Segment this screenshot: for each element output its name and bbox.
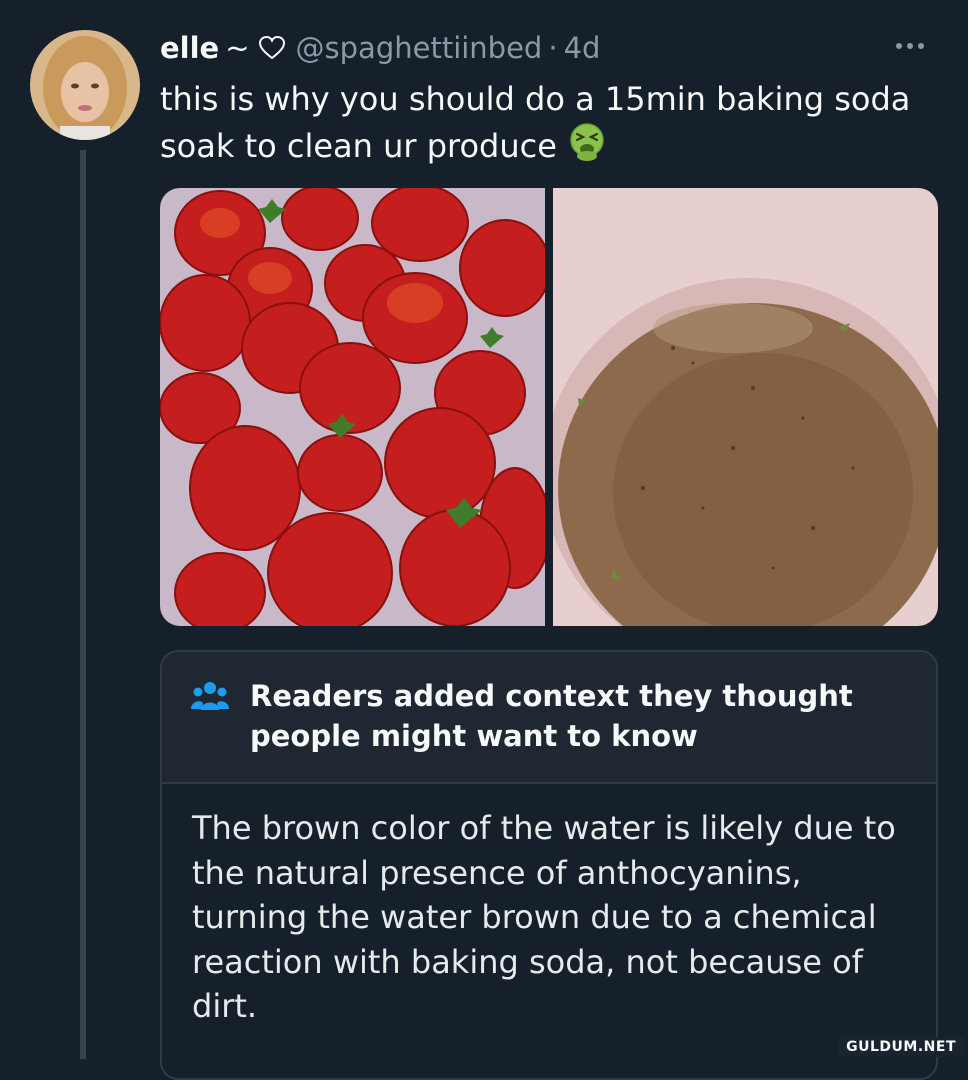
tweet-timestamp[interactable]: 4d <box>564 31 601 65</box>
heart-icon <box>258 35 286 61</box>
community-note-header: Readers added context they thought peopl… <box>162 652 936 782</box>
name-suffix: ~ <box>225 31 250 65</box>
tweet-media[interactable] <box>160 188 938 626</box>
people-icon <box>190 680 230 718</box>
more-options-icon[interactable] <box>896 34 936 58</box>
photo-strawberries[interactable] <box>160 188 545 626</box>
tweet-header: elle ~ @spaghettiinbed · 4d <box>160 28 600 68</box>
author-name[interactable]: elle <box>160 31 219 65</box>
watermark: GULDUM.NET <box>838 1037 964 1057</box>
community-note-body: The brown color of the water is likely d… <box>162 782 936 1029</box>
thread-line <box>80 150 86 1059</box>
community-note[interactable]: Readers added context they thought peopl… <box>160 650 938 1080</box>
avatar[interactable] <box>30 30 140 140</box>
photo-brown-water[interactable] <box>553 188 938 626</box>
nauseated-face-icon <box>567 122 607 174</box>
author-handle[interactable]: @spaghettiinbed <box>296 31 543 65</box>
community-note-title: Readers added context they thought peopl… <box>250 679 853 753</box>
tweet-body: this is why you should do a 15min baking… <box>160 80 911 165</box>
separator-dot: · <box>548 31 558 65</box>
tweet-text: this is why you should do a 15min baking… <box>160 76 950 174</box>
